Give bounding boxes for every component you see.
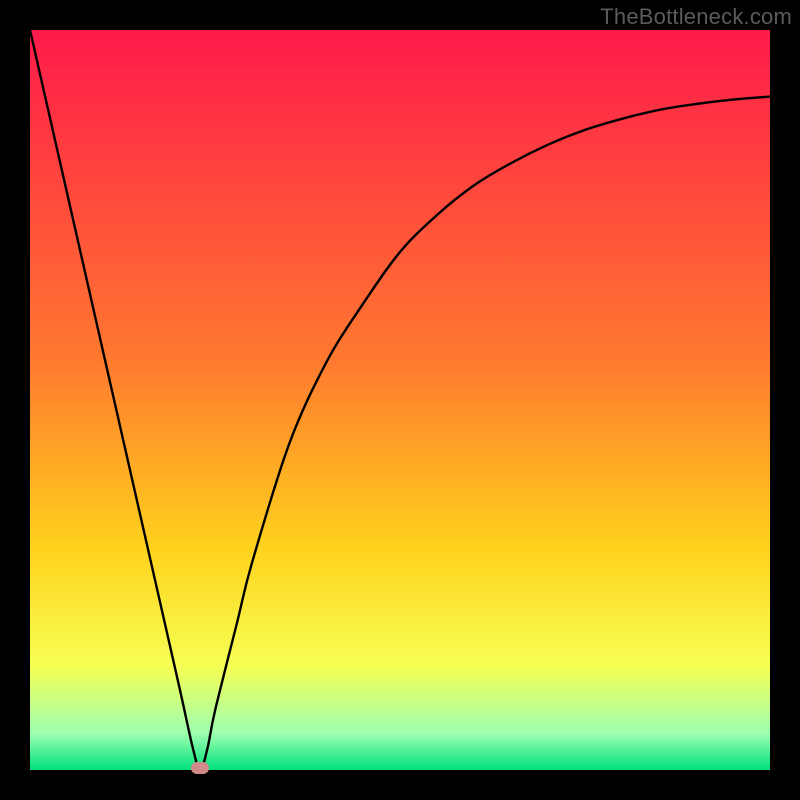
chart-frame — [30, 30, 770, 770]
optimal-point-marker — [191, 762, 209, 774]
gradient-background — [30, 30, 770, 770]
bottleneck-chart — [30, 30, 770, 770]
credit-watermark: TheBottleneck.com — [600, 4, 792, 30]
